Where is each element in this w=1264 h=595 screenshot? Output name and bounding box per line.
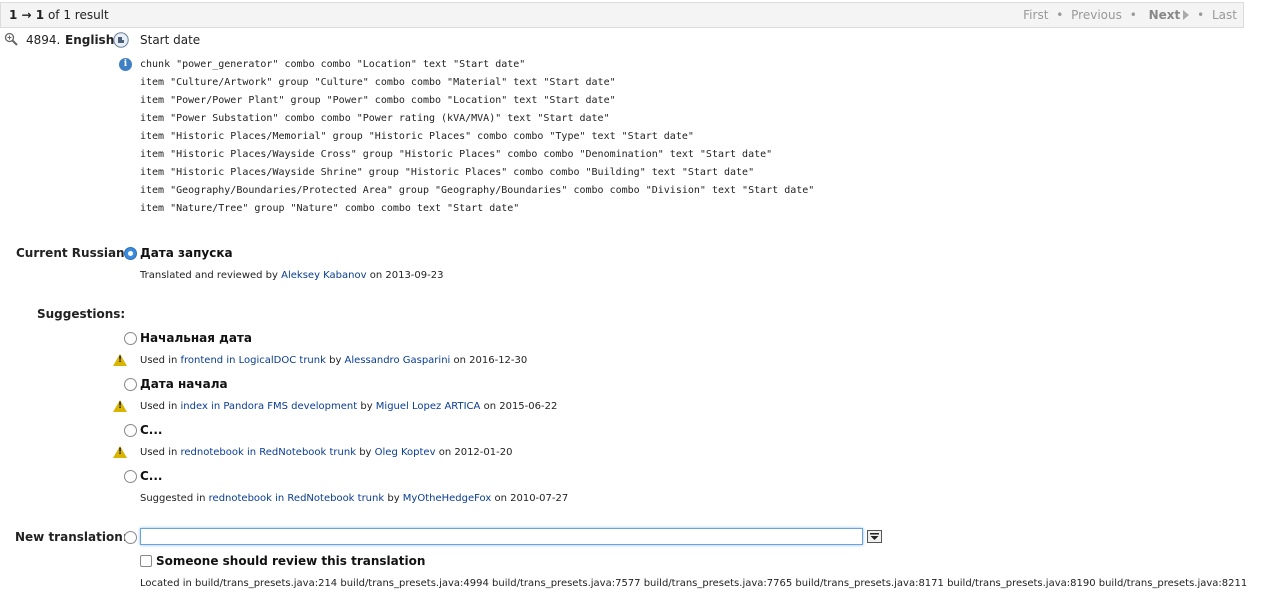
nav-separator: • [1129, 8, 1137, 22]
message-number: 4894. [26, 33, 61, 47]
next-label: Next [1148, 8, 1181, 22]
translator-link[interactable]: Alessandro Gasparini [345, 355, 451, 366]
meta-prefix: Used in [140, 401, 178, 412]
meta-date: on 2015-06-22 [483, 401, 558, 412]
context-line: item "Culture/Artwork" group "Culture" c… [140, 77, 616, 88]
meta-prefix: Used in [140, 447, 178, 458]
meta-date: on 2013-09-23 [369, 270, 444, 281]
suggestion-meta: Used in rednotebook in RedNotebook trunk… [140, 447, 512, 458]
suggestion-radio[interactable] [124, 470, 137, 483]
suggestion-meta: Suggested in rednotebook in RedNotebook … [140, 493, 568, 504]
context-line: chunk "power_generator" combo combo "Loc… [140, 59, 526, 70]
review-checkbox-label: Someone should review this translation [156, 554, 426, 568]
suggestion-radio[interactable] [124, 332, 137, 345]
pagination: First • Previous • Next • Last [1019, 8, 1237, 22]
translator-link[interactable]: Oleg Koptev [375, 447, 436, 458]
translator-link[interactable]: Aleksey Kabanov [281, 270, 366, 281]
warning-icon [113, 354, 127, 366]
context-line: item "Historic Places/Wayside Shrine" gr… [140, 167, 755, 178]
suggestion-meta: Used in index in Pandora FMS development… [140, 401, 557, 412]
info-icon: i [119, 58, 132, 71]
result-range: 1 → 1 [9, 8, 45, 22]
source-language-label: English: [65, 33, 120, 47]
nav-separator: • [1197, 8, 1205, 22]
context-line: item "Historic Places/Wayside Cross" gro… [140, 149, 773, 160]
context-line: item "Power Substation" combo combo "Pow… [140, 113, 610, 124]
zoom-icon[interactable] [4, 32, 18, 49]
first-link[interactable]: First [1023, 8, 1048, 22]
translator-link[interactable]: Miguel Lopez ARTICA [376, 401, 481, 412]
meta-by: by [387, 493, 400, 504]
current-translation-text: Дата запуска [140, 246, 233, 260]
meta-prefix: Used in [140, 355, 178, 366]
meta-date: on 2010-07-27 [494, 493, 569, 504]
previous-link[interactable]: Previous [1071, 8, 1122, 22]
current-translation-radio[interactable] [124, 247, 137, 260]
context-line: item "Geography/Boundaries/Protected Are… [140, 185, 815, 196]
meta-date: on 2016-12-30 [453, 355, 528, 366]
project-link[interactable]: frontend in LogicalDOC trunk [181, 355, 326, 366]
suggestions-label: Suggestions: [37, 307, 126, 321]
next-link[interactable]: Next [1145, 8, 1190, 22]
context-line: item "Power/Power Plant" group "Power" c… [140, 95, 616, 106]
context-line: item "Nature/Tree" group "Nature" combo … [140, 203, 520, 214]
new-translation-label: New translation: [15, 530, 128, 544]
meta-prefix: Suggested in [140, 493, 206, 504]
project-link[interactable]: rednotebook in RedNotebook trunk [181, 447, 357, 458]
suggestion-radio[interactable] [124, 424, 137, 437]
expand-field-icon[interactable] [867, 530, 882, 543]
new-translation-radio[interactable] [124, 531, 137, 544]
next-arrow-icon [1183, 10, 1190, 20]
project-link[interactable]: index in Pandora FMS development [181, 401, 358, 412]
new-translation-input[interactable] [140, 528, 863, 545]
last-link[interactable]: Last [1212, 8, 1237, 22]
source-locations: Located in build/trans_presets.java:214 … [140, 578, 1248, 589]
current-translation-meta: Translated and reviewed by Aleksey Kaban… [140, 270, 443, 281]
suggestion-radio[interactable] [124, 378, 137, 391]
translator-link[interactable]: MyOtheHedgeFox [403, 493, 491, 504]
suggestion-text: С... [140, 423, 163, 437]
batch-navigation-bar: 1 → 1 of 1 result First • Previous • Nex… [0, 2, 1244, 28]
meta-by: by [329, 355, 342, 366]
meta-by: by [360, 401, 373, 412]
meta-prefix: Translated and reviewed by [140, 270, 278, 281]
context-line: item "Historic Places/Memorial" group "H… [140, 131, 694, 142]
suggestion-text: С... [140, 469, 163, 483]
suggestion-text: Дата начала [140, 377, 228, 391]
warning-icon [113, 446, 127, 458]
suggestion-text: Начальная дата [140, 331, 252, 345]
copy-source-icon[interactable] [113, 32, 129, 51]
result-total: of 1 result [47, 8, 109, 22]
suggestion-meta: Used in frontend in LogicalDOC trunk by … [140, 355, 527, 366]
warning-icon [113, 400, 127, 412]
review-checkbox[interactable] [140, 555, 152, 567]
meta-by: by [359, 447, 372, 458]
source-text: Start date [140, 33, 201, 47]
result-count: 1 → 1 of 1 result [9, 8, 109, 22]
current-translation-label: Current Russian: [16, 246, 130, 260]
project-link[interactable]: rednotebook in RedNotebook trunk [209, 493, 385, 504]
nav-separator: • [1056, 8, 1064, 22]
meta-date: on 2012-01-20 [438, 447, 513, 458]
